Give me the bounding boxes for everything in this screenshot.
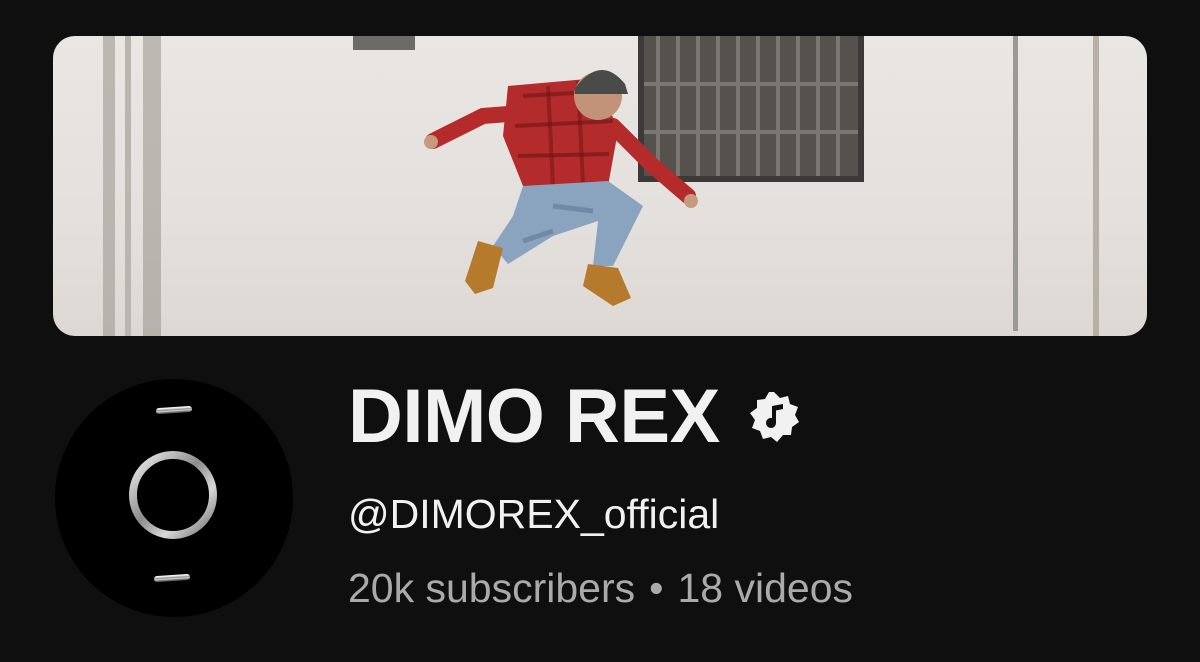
stats-separator: • (649, 565, 664, 611)
channel-handle: @DIMOREX_official (348, 491, 720, 537)
video-count: 18 videos (677, 565, 853, 611)
channel-banner (53, 36, 1147, 336)
banner-illustration (103, 36, 1099, 336)
channel-name: DIMO REX (348, 374, 720, 459)
channel-avatar[interactable] (55, 379, 293, 617)
channel-title-row: DIMO REX (348, 372, 802, 462)
music-note-verified-icon (746, 389, 802, 445)
cross-circle-emblem-icon (96, 406, 250, 582)
channel-stats: 20k subscribers • 18 videos (348, 568, 853, 609)
subscriber-count: 20k subscribers (348, 565, 636, 611)
